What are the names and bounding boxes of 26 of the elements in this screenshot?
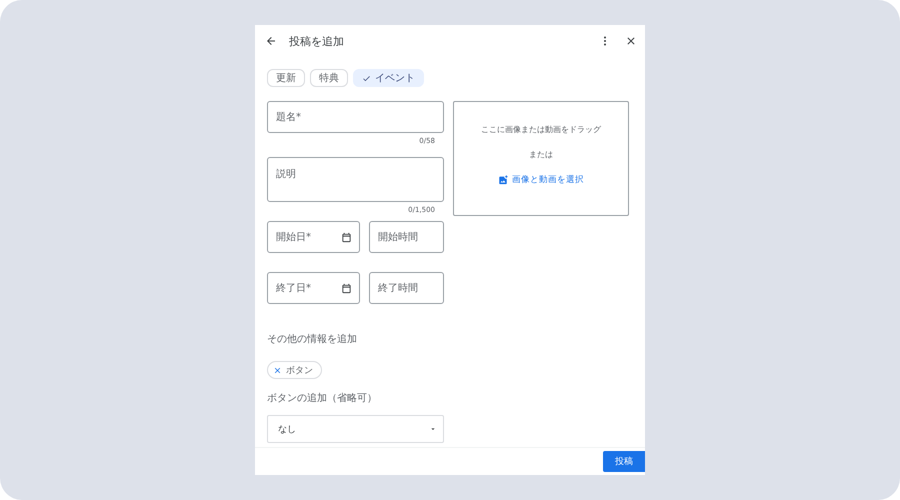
close-icon <box>625 35 637 47</box>
button-type-select[interactable]: なし <box>267 415 444 443</box>
post-type-chip[interactable]: 特典 <box>310 69 348 87</box>
post-button[interactable]: 投稿 <box>603 451 645 472</box>
calendar-icon[interactable] <box>341 232 352 243</box>
description-field[interactable]: 説明 <box>267 157 444 202</box>
select-media-link[interactable]: 画像と動画を選択 <box>498 174 584 186</box>
time-field[interactable]: 終了時間 <box>369 272 444 304</box>
section-heading: その他の情報を追加 <box>267 332 358 346</box>
separator-text: または <box>529 149 553 160</box>
post-type-chip[interactable]: イベント <box>353 69 424 87</box>
date-field[interactable]: 終了日* <box>267 272 360 304</box>
close-icon <box>273 366 282 374</box>
removable-chip[interactable]: ボタン <box>267 361 322 379</box>
media-drop-zone[interactable]: ここに画像または動画をドラッグ または 画像と動画を選択 <box>453 101 629 216</box>
dialog-title: 投稿を追加 <box>289 34 345 48</box>
check-icon <box>362 74 371 82</box>
back-arrow-icon <box>265 35 277 47</box>
field-label: ボタンの追加（省略可） <box>267 392 378 405</box>
date-field[interactable]: 開始日* <box>267 221 360 253</box>
post-type-chip[interactable]: 更新 <box>267 69 305 87</box>
calendar-icon[interactable] <box>341 283 352 294</box>
drop-hint: ここに画像または動画をドラッグ <box>481 124 601 135</box>
add-photo-icon <box>498 175 508 185</box>
time-field[interactable]: 開始時間 <box>369 221 444 253</box>
title-field[interactable]: 題名* <box>267 101 444 133</box>
